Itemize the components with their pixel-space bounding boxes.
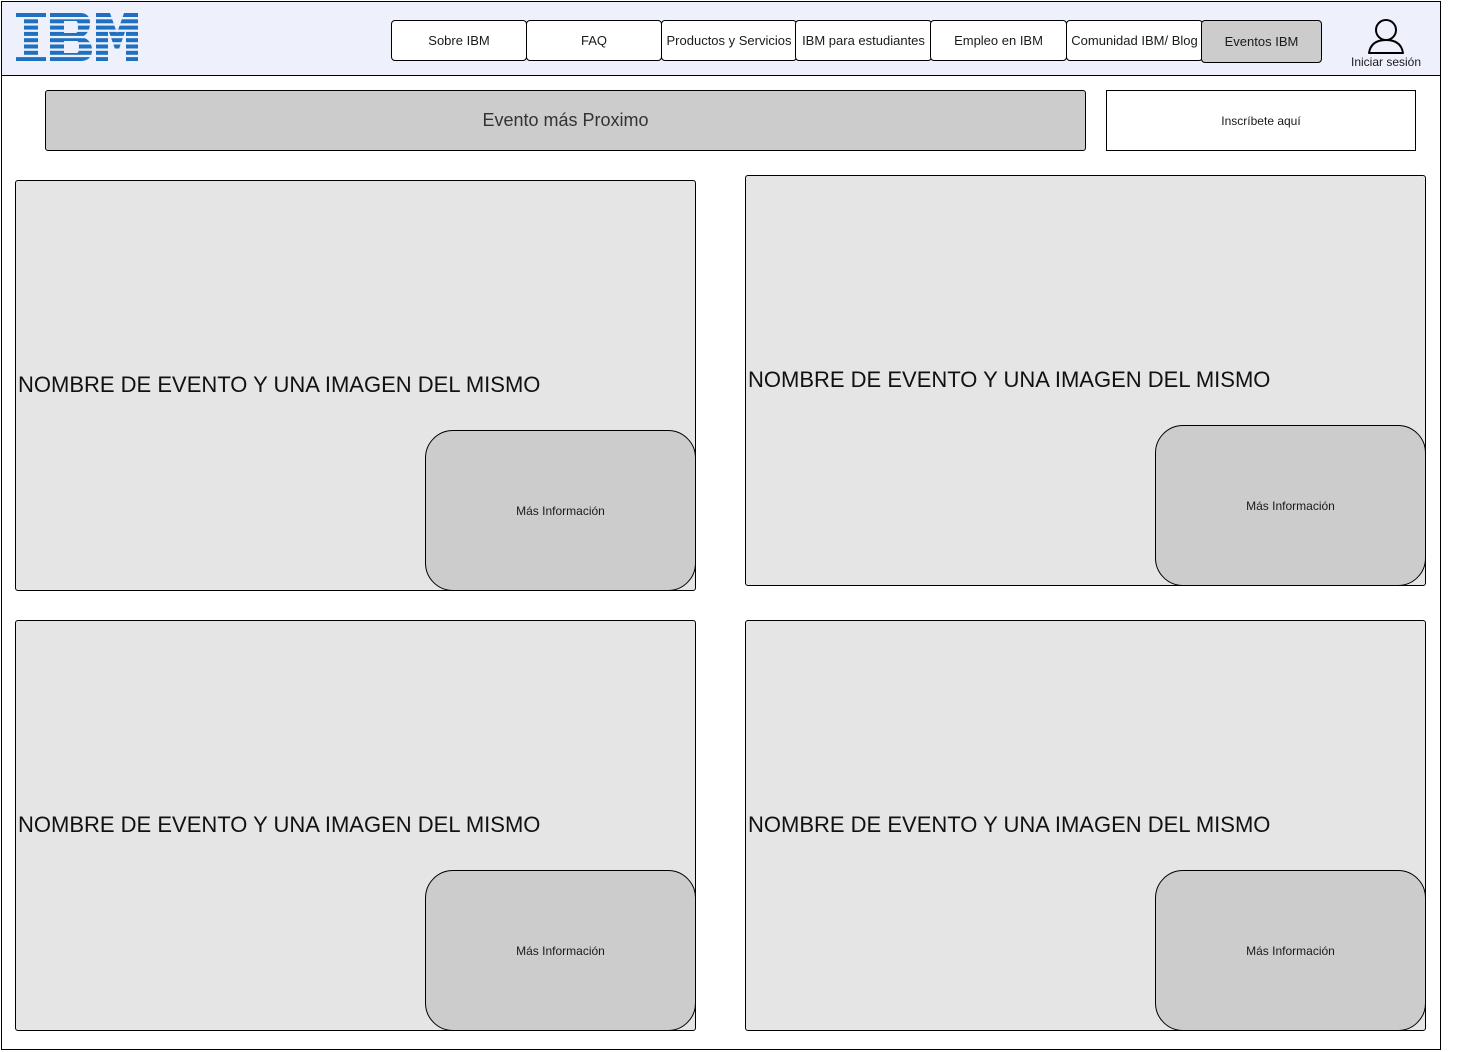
nav-ibm-estudiantes[interactable]: IBM para estudiantes — [795, 20, 932, 61]
top-header: Sobre IBM FAQ Productos y Servicios IBM … — [1, 1, 1441, 76]
event-card[interactable]: NOMBRE DE EVENTO Y UNA IMAGEN DEL MISMO … — [15, 180, 696, 591]
nav-faq[interactable]: FAQ — [526, 20, 662, 61]
event-title: NOMBRE DE EVENTO Y UNA IMAGEN DEL MISMO — [748, 812, 1271, 837]
event-title: NOMBRE DE EVENTO Y UNA IMAGEN DEL MISMO — [18, 812, 541, 837]
register-button[interactable]: Inscríbete aquí — [1106, 90, 1416, 151]
nav-comunidad-blog[interactable]: Comunidad IBM/ Blog — [1066, 20, 1203, 61]
ibm-logo[interactable] — [16, 13, 138, 61]
event-card[interactable]: NOMBRE DE EVENTO Y UNA IMAGEN DEL MISMO … — [15, 620, 696, 1031]
login-label: Iniciar sesión — [1350, 55, 1422, 69]
more-info-button[interactable]: Más Información — [1155, 870, 1426, 1031]
event-title: NOMBRE DE EVENTO Y UNA IMAGEN DEL MISMO — [18, 372, 541, 397]
user-icon — [1368, 19, 1404, 54]
nav-sobre-ibm[interactable]: Sobre IBM — [391, 20, 527, 61]
more-info-button[interactable]: Más Información — [425, 430, 696, 591]
nav-eventos-ibm[interactable]: Eventos IBM — [1201, 20, 1322, 63]
more-info-button[interactable]: Más Información — [1155, 425, 1426, 586]
event-title: NOMBRE DE EVENTO Y UNA IMAGEN DEL MISMO — [748, 367, 1271, 392]
event-card[interactable]: NOMBRE DE EVENTO Y UNA IMAGEN DEL MISMO … — [745, 175, 1426, 586]
login-button[interactable]: Iniciar sesión — [1344, 18, 1428, 74]
nav-productos-servicios[interactable]: Productos y Servicios — [661, 20, 797, 61]
next-event-banner[interactable]: Evento más Proximo — [45, 90, 1086, 151]
more-info-button[interactable]: Más Información — [425, 870, 696, 1031]
event-card[interactable]: NOMBRE DE EVENTO Y UNA IMAGEN DEL MISMO … — [745, 620, 1426, 1031]
nav-empleo[interactable]: Empleo en IBM — [930, 20, 1067, 61]
